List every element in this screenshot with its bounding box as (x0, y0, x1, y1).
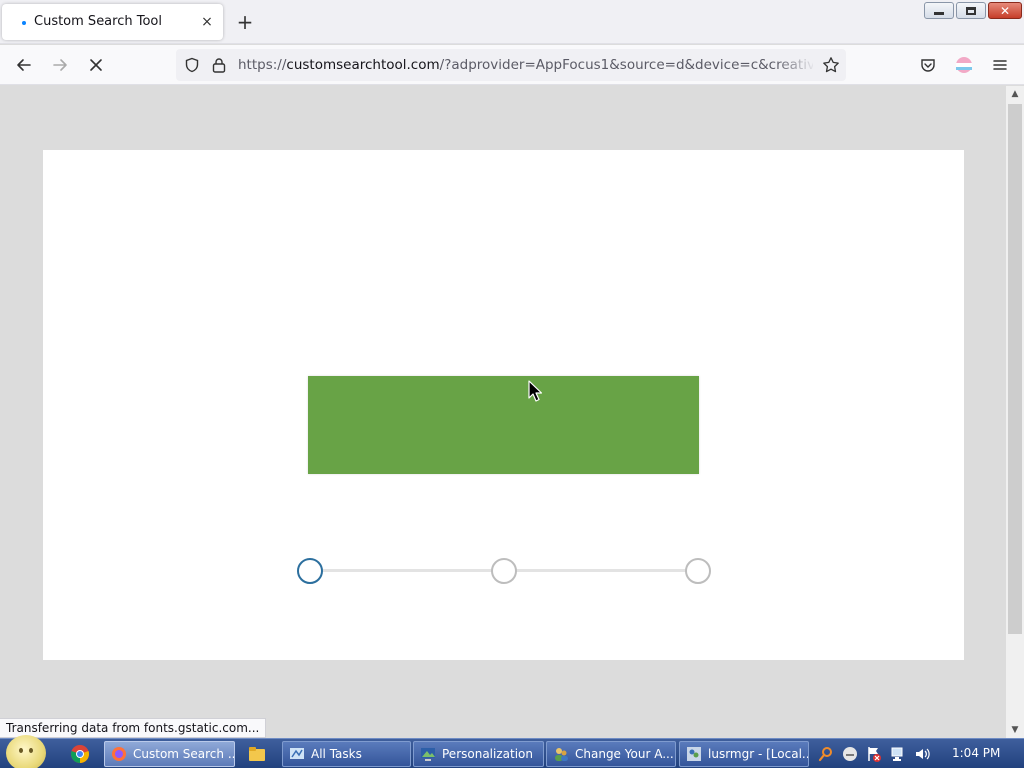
account-avatar-icon (956, 57, 972, 73)
start-button[interactable] (6, 735, 46, 768)
progress-stepper (297, 558, 713, 584)
taskbar-item-firefox[interactable]: Custom Search ... (104, 741, 235, 767)
firefox-icon (112, 747, 126, 761)
window-controls: ✕ (924, 2, 1022, 19)
back-arrow-icon (17, 59, 31, 71)
taskbar-item-label: lusrmgr - [Local... (708, 747, 809, 761)
restore-button[interactable] (956, 2, 986, 19)
address-bar[interactable]: https://customsearchtool.com/?adprovider… (176, 49, 846, 81)
lock-icon[interactable] (212, 57, 226, 73)
tab-strip: Custom Search Tool × + ✕ (0, 0, 1024, 44)
status-bar: Transferring data from fonts.gstatic.com… (0, 718, 267, 738)
user-accounts-icon (555, 748, 568, 761)
new-tab-button[interactable]: + (234, 11, 256, 33)
tracking-protection-shield-icon[interactable] (184, 57, 200, 73)
taskbar-item-lusrmgr[interactable]: lusrmgr - [Local... (679, 741, 809, 767)
taskbar-item-label: Personalization (442, 747, 533, 761)
taskbar-item-label: Custom Search ... (133, 747, 235, 761)
volume-icon[interactable] (914, 746, 930, 762)
chrome-icon[interactable] (70, 744, 90, 764)
taskbar-item-label: Change Your A... (575, 747, 674, 761)
pocket-button[interactable] (915, 52, 941, 78)
control-panel-icon (290, 748, 304, 759)
tab-title: Custom Search Tool (34, 14, 162, 29)
minimize-icon (934, 12, 944, 15)
tab-loading-indicator (22, 21, 26, 25)
personalization-icon (421, 748, 435, 761)
action-center-alert-icon[interactable] (866, 746, 882, 762)
account-button[interactable] (951, 52, 977, 78)
scroll-down-icon[interactable]: ▼ (1006, 722, 1024, 738)
system-tray: 1:04 PM (814, 739, 1024, 768)
tab-custom-search-tool[interactable]: Custom Search Tool × (2, 4, 223, 40)
network-icon[interactable] (890, 746, 906, 762)
url-path: /?adprovider=AppFocus1&source=d&device=c… (439, 57, 813, 73)
taskbar-item-label: All Tasks (311, 747, 362, 761)
stop-loading-button[interactable] (83, 52, 109, 78)
stop-icon (90, 59, 102, 71)
scroll-up-icon[interactable]: ▲ (1006, 86, 1024, 102)
forward-arrow-icon (53, 59, 67, 71)
step-1 (297, 558, 323, 584)
close-window-button[interactable]: ✕ (988, 2, 1022, 19)
url-prefix: https:// (238, 57, 287, 73)
url-text[interactable]: https://customsearchtool.com/?adprovider… (238, 57, 813, 73)
taskbar-item-change-your-account[interactable]: Change Your A... (546, 741, 676, 767)
close-icon: ✕ (999, 3, 1011, 18)
navigation-toolbar: https://customsearchtool.com/?adprovider… (0, 45, 1024, 85)
url-fade (776, 51, 816, 79)
green-banner[interactable] (308, 376, 699, 474)
messenger-icon[interactable] (842, 746, 858, 762)
mouse-cursor-icon (528, 380, 542, 402)
pocket-icon (921, 59, 935, 72)
minimize-button[interactable] (924, 2, 954, 19)
taskbar-item-all-tasks[interactable]: All Tasks (282, 741, 411, 767)
scrollbar-thumb[interactable] (1008, 104, 1022, 634)
hamburger-menu-icon (993, 60, 1007, 70)
step-3 (685, 558, 711, 584)
taskbar-clock[interactable]: 1:04 PM (952, 746, 1000, 760)
step-2 (491, 558, 517, 584)
search-icon[interactable] (818, 746, 834, 762)
lusrmgr-icon (687, 747, 701, 761)
app-menu-button[interactable] (987, 52, 1013, 78)
bookmark-star-icon[interactable] (822, 56, 840, 74)
file-explorer-icon[interactable] (247, 744, 267, 764)
close-tab-icon[interactable]: × (197, 12, 217, 32)
taskbar: Custom Search ... All Tasks Personalizat… (0, 735, 1024, 768)
vertical-scrollbar[interactable]: ▲ ▼ (1006, 86, 1024, 738)
restore-icon (966, 6, 976, 15)
content-card (43, 150, 964, 660)
taskbar-item-personalization[interactable]: Personalization (413, 741, 544, 767)
page-viewport (0, 86, 1006, 738)
url-host: customsearchtool.com (286, 57, 440, 73)
forward-button[interactable] (47, 52, 73, 78)
back-button[interactable] (11, 52, 37, 78)
